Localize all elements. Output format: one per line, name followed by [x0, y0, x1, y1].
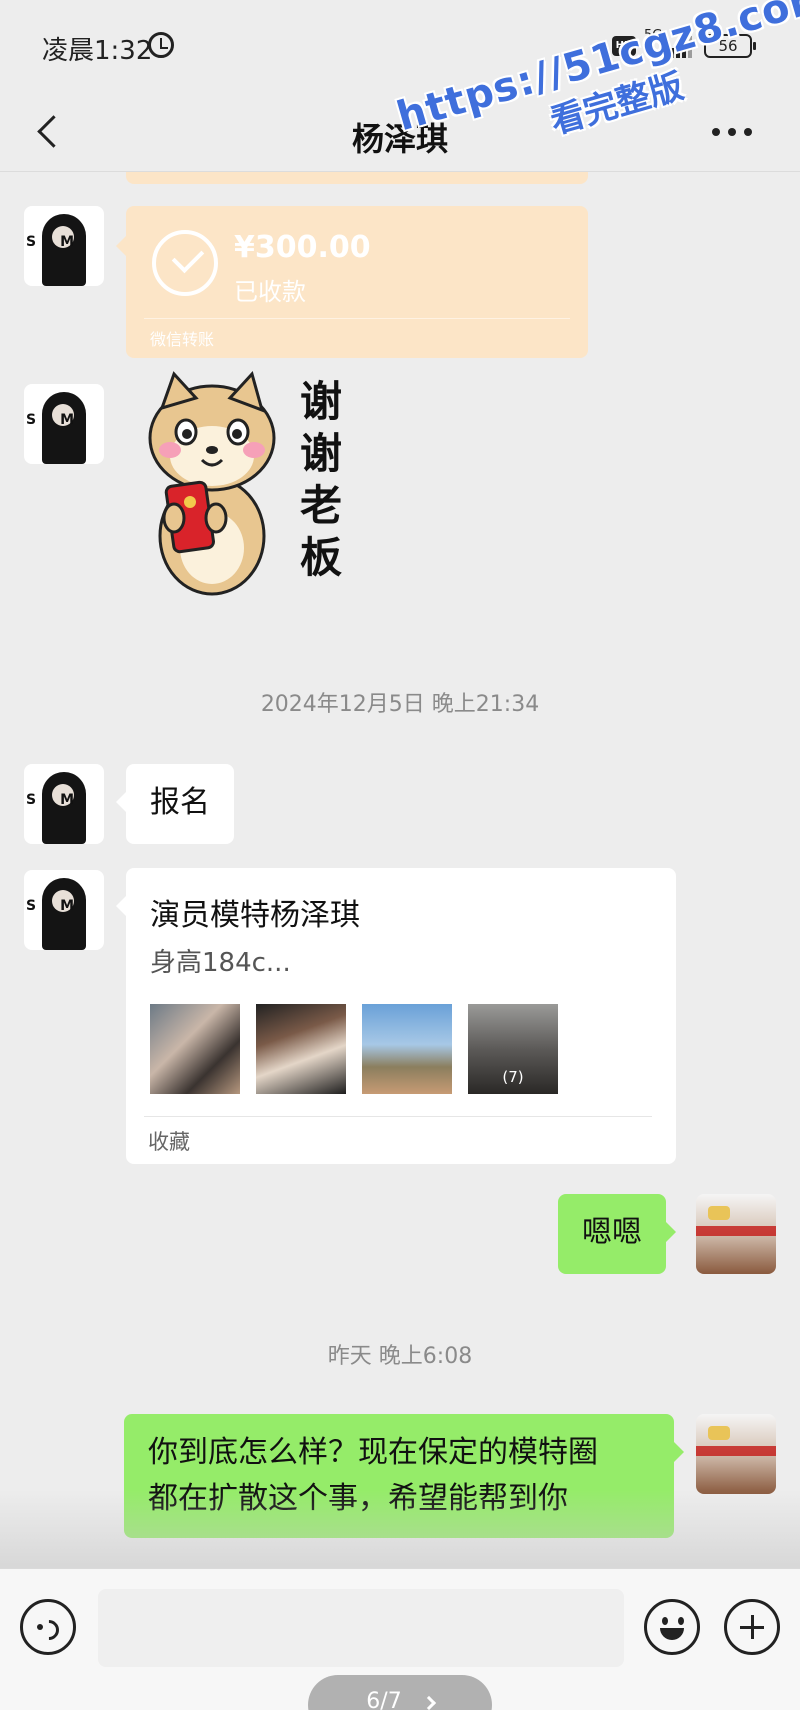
card-source: 收藏	[148, 1130, 190, 1154]
timestamp: 2024年12月5日 晚上21:34	[260, 692, 540, 717]
transfer-source: 微信转账	[150, 330, 215, 349]
sticker-char: 谢	[300, 429, 342, 478]
chevron-right-icon	[421, 1695, 436, 1710]
alarm-icon	[148, 32, 174, 58]
shiba-thank-you-sticker[interactable]: 谢 谢 老 板	[140, 368, 372, 598]
favorite-card[interactable]: 演员模特杨泽琪 身高184c... (7) 收藏	[116, 868, 676, 1164]
message-line: 你到底怎么样？现在保定的模特圈	[148, 1435, 598, 1470]
more-icon[interactable]	[708, 104, 760, 156]
transfer-message[interactable]: ¥300.00 已收款 微信转账	[116, 206, 588, 358]
input-bar: 6/7	[0, 1568, 800, 1710]
check-circle-icon	[152, 230, 218, 296]
sticker-char: 老	[300, 481, 342, 530]
previous-transfer-fragment	[126, 172, 588, 184]
page-indicator[interactable]: 6/7	[308, 1675, 492, 1710]
plus-icon[interactable]	[724, 1599, 780, 1655]
voice-icon[interactable]	[20, 1599, 76, 1655]
transfer-status: 已收款	[234, 278, 306, 306]
avatar[interactable]: SM	[24, 206, 104, 286]
photo-thumbnail[interactable]: (7)	[468, 1004, 558, 1094]
chat-area[interactable]: SM ¥300.00 已收款 微信转账 SM 谢 谢 老 板 2024年12月5…	[0, 172, 800, 1568]
status-time: 凌晨1:32	[42, 36, 153, 66]
avatar[interactable]: SM	[24, 384, 104, 464]
timestamp: 昨天 晚上6:08	[327, 1344, 473, 1369]
photo-thumbnail[interactable]	[256, 1004, 346, 1094]
card-title: 演员模特杨泽琪	[150, 898, 360, 933]
page-label: 6/7	[366, 1689, 402, 1710]
message-bubble-self[interactable]: 你到底怎么样？现在保定的模特圈 都在扩散这个事，希望能帮到你	[124, 1414, 684, 1538]
transfer-amount: ¥300.00	[234, 230, 371, 265]
photo-thumbnail[interactable]	[362, 1004, 452, 1094]
photo-count: (7)	[502, 1068, 524, 1086]
sticker-char: 板	[300, 533, 342, 582]
message-bubble[interactable]: 报名	[116, 764, 234, 844]
emoji-icon[interactable]	[644, 1599, 700, 1655]
message-bubble-self[interactable]: 嗯嗯	[558, 1194, 676, 1274]
avatar[interactable]: SM	[24, 764, 104, 844]
sticker-char: 谢	[300, 377, 342, 426]
self-avatar[interactable]	[696, 1194, 776, 1274]
message-line: 都在扩散这个事，希望能帮到你	[148, 1481, 568, 1516]
message-input[interactable]	[98, 1589, 624, 1667]
card-description: 身高184c...	[150, 948, 291, 978]
self-avatar[interactable]	[696, 1414, 776, 1494]
avatar[interactable]: SM	[24, 870, 104, 950]
photo-thumbnail[interactable]	[150, 1004, 240, 1094]
